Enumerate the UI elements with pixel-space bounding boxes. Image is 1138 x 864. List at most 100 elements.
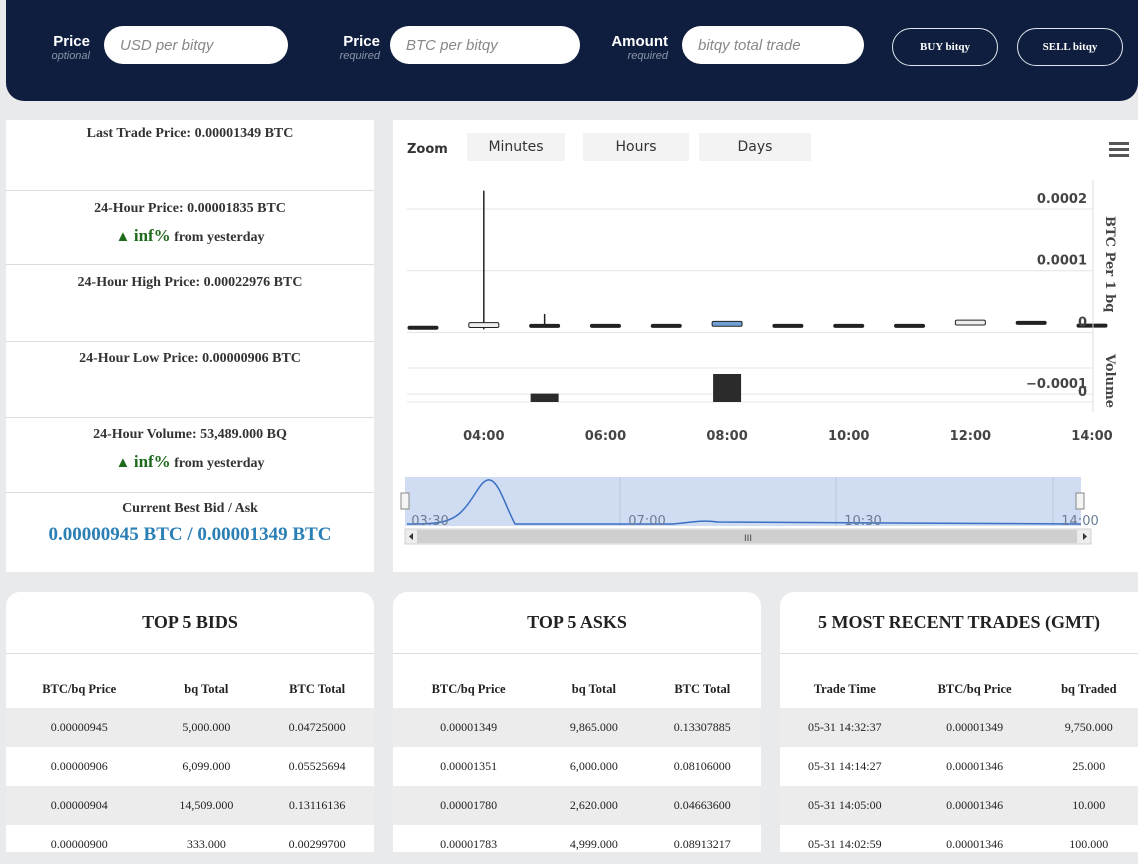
- buy-button[interactable]: BUY bitqy: [892, 28, 998, 66]
- table-cell: 05-31 14:02:59: [807, 837, 882, 851]
- column-header: BTC/bq Price: [431, 681, 506, 696]
- column-header: BTC Total: [289, 681, 346, 696]
- stats-divider: [6, 417, 374, 418]
- sell-button[interactable]: SELL bitqy: [1017, 28, 1123, 66]
- candle-body: [1076, 323, 1108, 328]
- table-cell: 05-31 14:05:00: [780, 786, 910, 825]
- low-24h: 24-Hour Low Price: 0.00000906 BTC: [79, 351, 301, 366]
- price-btc-label: Price required: [324, 33, 380, 63]
- table-cell: 0.04725000: [260, 708, 374, 747]
- table-cell: 0.00001349: [393, 708, 545, 747]
- table-cell: 0.08106000: [673, 759, 731, 773]
- price-usd-label-main: Price: [53, 33, 90, 50]
- volume-24h: 24-Hour Volume: 53,489.000 BQ: [93, 427, 287, 442]
- table-cell: 6,099.000: [182, 759, 231, 773]
- scroll-right-arrow-icon: [1083, 533, 1087, 540]
- table-row[interactable]: 05-31 14:32:37 0.00001349 9,750.000: [780, 708, 1138, 747]
- last-trade-price: Last Trade Price: 0.00001349 BTC: [86, 126, 294, 141]
- price-btc-input[interactable]: [390, 26, 580, 64]
- table-cell: 5,000.000: [152, 708, 261, 747]
- table-cell: 9,750.000: [1039, 708, 1138, 747]
- table-row[interactable]: 0.00001349 9,865.000 0.13307885: [393, 708, 761, 747]
- bids-divider: [6, 653, 374, 654]
- column-header: bq Total: [184, 681, 229, 696]
- column-header: bq Total: [571, 681, 616, 696]
- x-tick-label: 14:00: [1071, 429, 1112, 444]
- amount-label-main: Amount: [611, 33, 668, 50]
- scroll-left-arrow-icon: [409, 533, 413, 540]
- price-tick-label: 0.0001: [1037, 254, 1087, 269]
- trades-table: Trade Time BTC/bq Price bq Traded 05-31 …: [780, 670, 1138, 864]
- amount-label-sub: required: [627, 50, 668, 62]
- table-row[interactable]: 05-31 14:05:00 0.00001346 10.000: [780, 786, 1138, 825]
- table-cell: 0.00001349: [909, 708, 1040, 747]
- table-cell: 9,865.000: [544, 708, 644, 747]
- table-cell: 0.13307885: [643, 708, 761, 747]
- volume-bar: [530, 393, 559, 402]
- navigator-handle-right: [1075, 492, 1085, 510]
- stats-divider: [6, 190, 374, 191]
- asks-table: BTC/bq Price bq Total BTC Total 0.000013…: [393, 670, 761, 864]
- zoom-days-button[interactable]: Days: [699, 133, 811, 161]
- candle-body: [711, 320, 743, 327]
- table-row[interactable]: 05-31 14:02:59 0.00001346 100.000: [780, 825, 1138, 864]
- navigator-handle-left: [400, 492, 410, 510]
- zoom-label: Zoom: [407, 142, 448, 157]
- price-chart-panel: Zoom Minutes Hours Days 0.0002 0.0001 0 −0.…: [393, 120, 1138, 572]
- price-btc-label-main: Price: [343, 33, 380, 50]
- navigator-selection: [405, 477, 1081, 526]
- bids-title: TOP 5 BIDS: [142, 612, 238, 632]
- table-row[interactable]: 0.00001780 2,620.000 0.04663600: [393, 786, 761, 825]
- table-row[interactable]: 05-31 14:14:27 0.00001346 25.000: [780, 747, 1138, 786]
- table-cell: 0.00299700: [288, 837, 346, 851]
- table-row[interactable]: 0.00001783 4,999.000 0.08913217: [393, 825, 761, 864]
- hamburger-menu-icon[interactable]: [1109, 142, 1129, 158]
- table-header-row: Trade Time BTC/bq Price bq Traded: [780, 670, 1138, 708]
- price-change-suffix: from yesterday: [174, 230, 265, 245]
- table-cell: 6,000.000: [569, 759, 618, 773]
- table-cell: 0.00001346: [946, 837, 1004, 851]
- candle-body: [468, 322, 500, 329]
- bids-table: BTC/bq Price bq Total BTC Total 0.000009…: [6, 670, 374, 864]
- zoom-hours-button[interactable]: Hours: [583, 133, 689, 161]
- price-usd-input[interactable]: [104, 26, 288, 64]
- volume-change-suffix: from yesterday: [174, 456, 265, 471]
- candle-body: [1015, 320, 1047, 325]
- x-tick-label: 04:00: [463, 429, 504, 444]
- table-row[interactable]: 0.00001351 6,000.000 0.08106000: [393, 747, 761, 786]
- volume-change-percent: inf%: [133, 452, 171, 471]
- top-asks-panel: TOP 5 ASKS BTC/bq Price bq Total BTC Tot…: [393, 592, 761, 852]
- candle-body: [589, 323, 621, 328]
- candle-body: [954, 319, 986, 326]
- amount-input[interactable]: [682, 26, 864, 64]
- table-cell: 4,999.000: [569, 837, 618, 851]
- table-cell: 0.05525694: [288, 759, 346, 773]
- stats-divider: [6, 341, 374, 342]
- navigator-tick-label: 14:00: [1061, 514, 1098, 529]
- table-row[interactable]: 0.00000904 14,509.000 0.13116136: [6, 786, 374, 825]
- price-usd-label-sub: optional: [51, 50, 90, 62]
- price-change-line: ▲ inf% from yesterday: [6, 226, 374, 246]
- table-cell: 05-31 14:32:37: [780, 708, 910, 747]
- price-usd-label: Price optional: [36, 33, 90, 63]
- table-cell: 0.00000904: [6, 786, 153, 825]
- table-row[interactable]: 0.00000900 333.000 0.00299700: [6, 825, 374, 864]
- up-arrow-icon: ▲: [115, 229, 131, 245]
- asks-divider: [393, 653, 761, 654]
- price-btc-label-sub: required: [339, 50, 380, 62]
- asks-title: TOP 5 ASKS: [527, 612, 627, 632]
- table-cell: 0.00000900: [50, 837, 108, 851]
- x-tick-label: 08:00: [706, 429, 747, 444]
- zoom-minutes-button[interactable]: Minutes: [467, 133, 565, 161]
- volume-change-line: ▲ inf% from yesterday: [6, 452, 374, 472]
- stats-divider: [6, 264, 374, 265]
- volume-axis-title: Volume: [1102, 353, 1117, 408]
- x-tick-label: 10:00: [828, 429, 869, 444]
- navigator-tick-label: 07:00: [628, 514, 665, 529]
- navigator-tick-label: 03:30: [411, 514, 448, 529]
- price-tick-label: 0.0002: [1037, 192, 1087, 207]
- table-cell: 0.04663600: [643, 786, 761, 825]
- table-row[interactable]: 0.00000906 6,099.000 0.05525694: [6, 747, 374, 786]
- table-row[interactable]: 0.00000945 5,000.000 0.04725000: [6, 708, 374, 747]
- price-axis-title: BTC Per 1 bq: [1102, 216, 1117, 312]
